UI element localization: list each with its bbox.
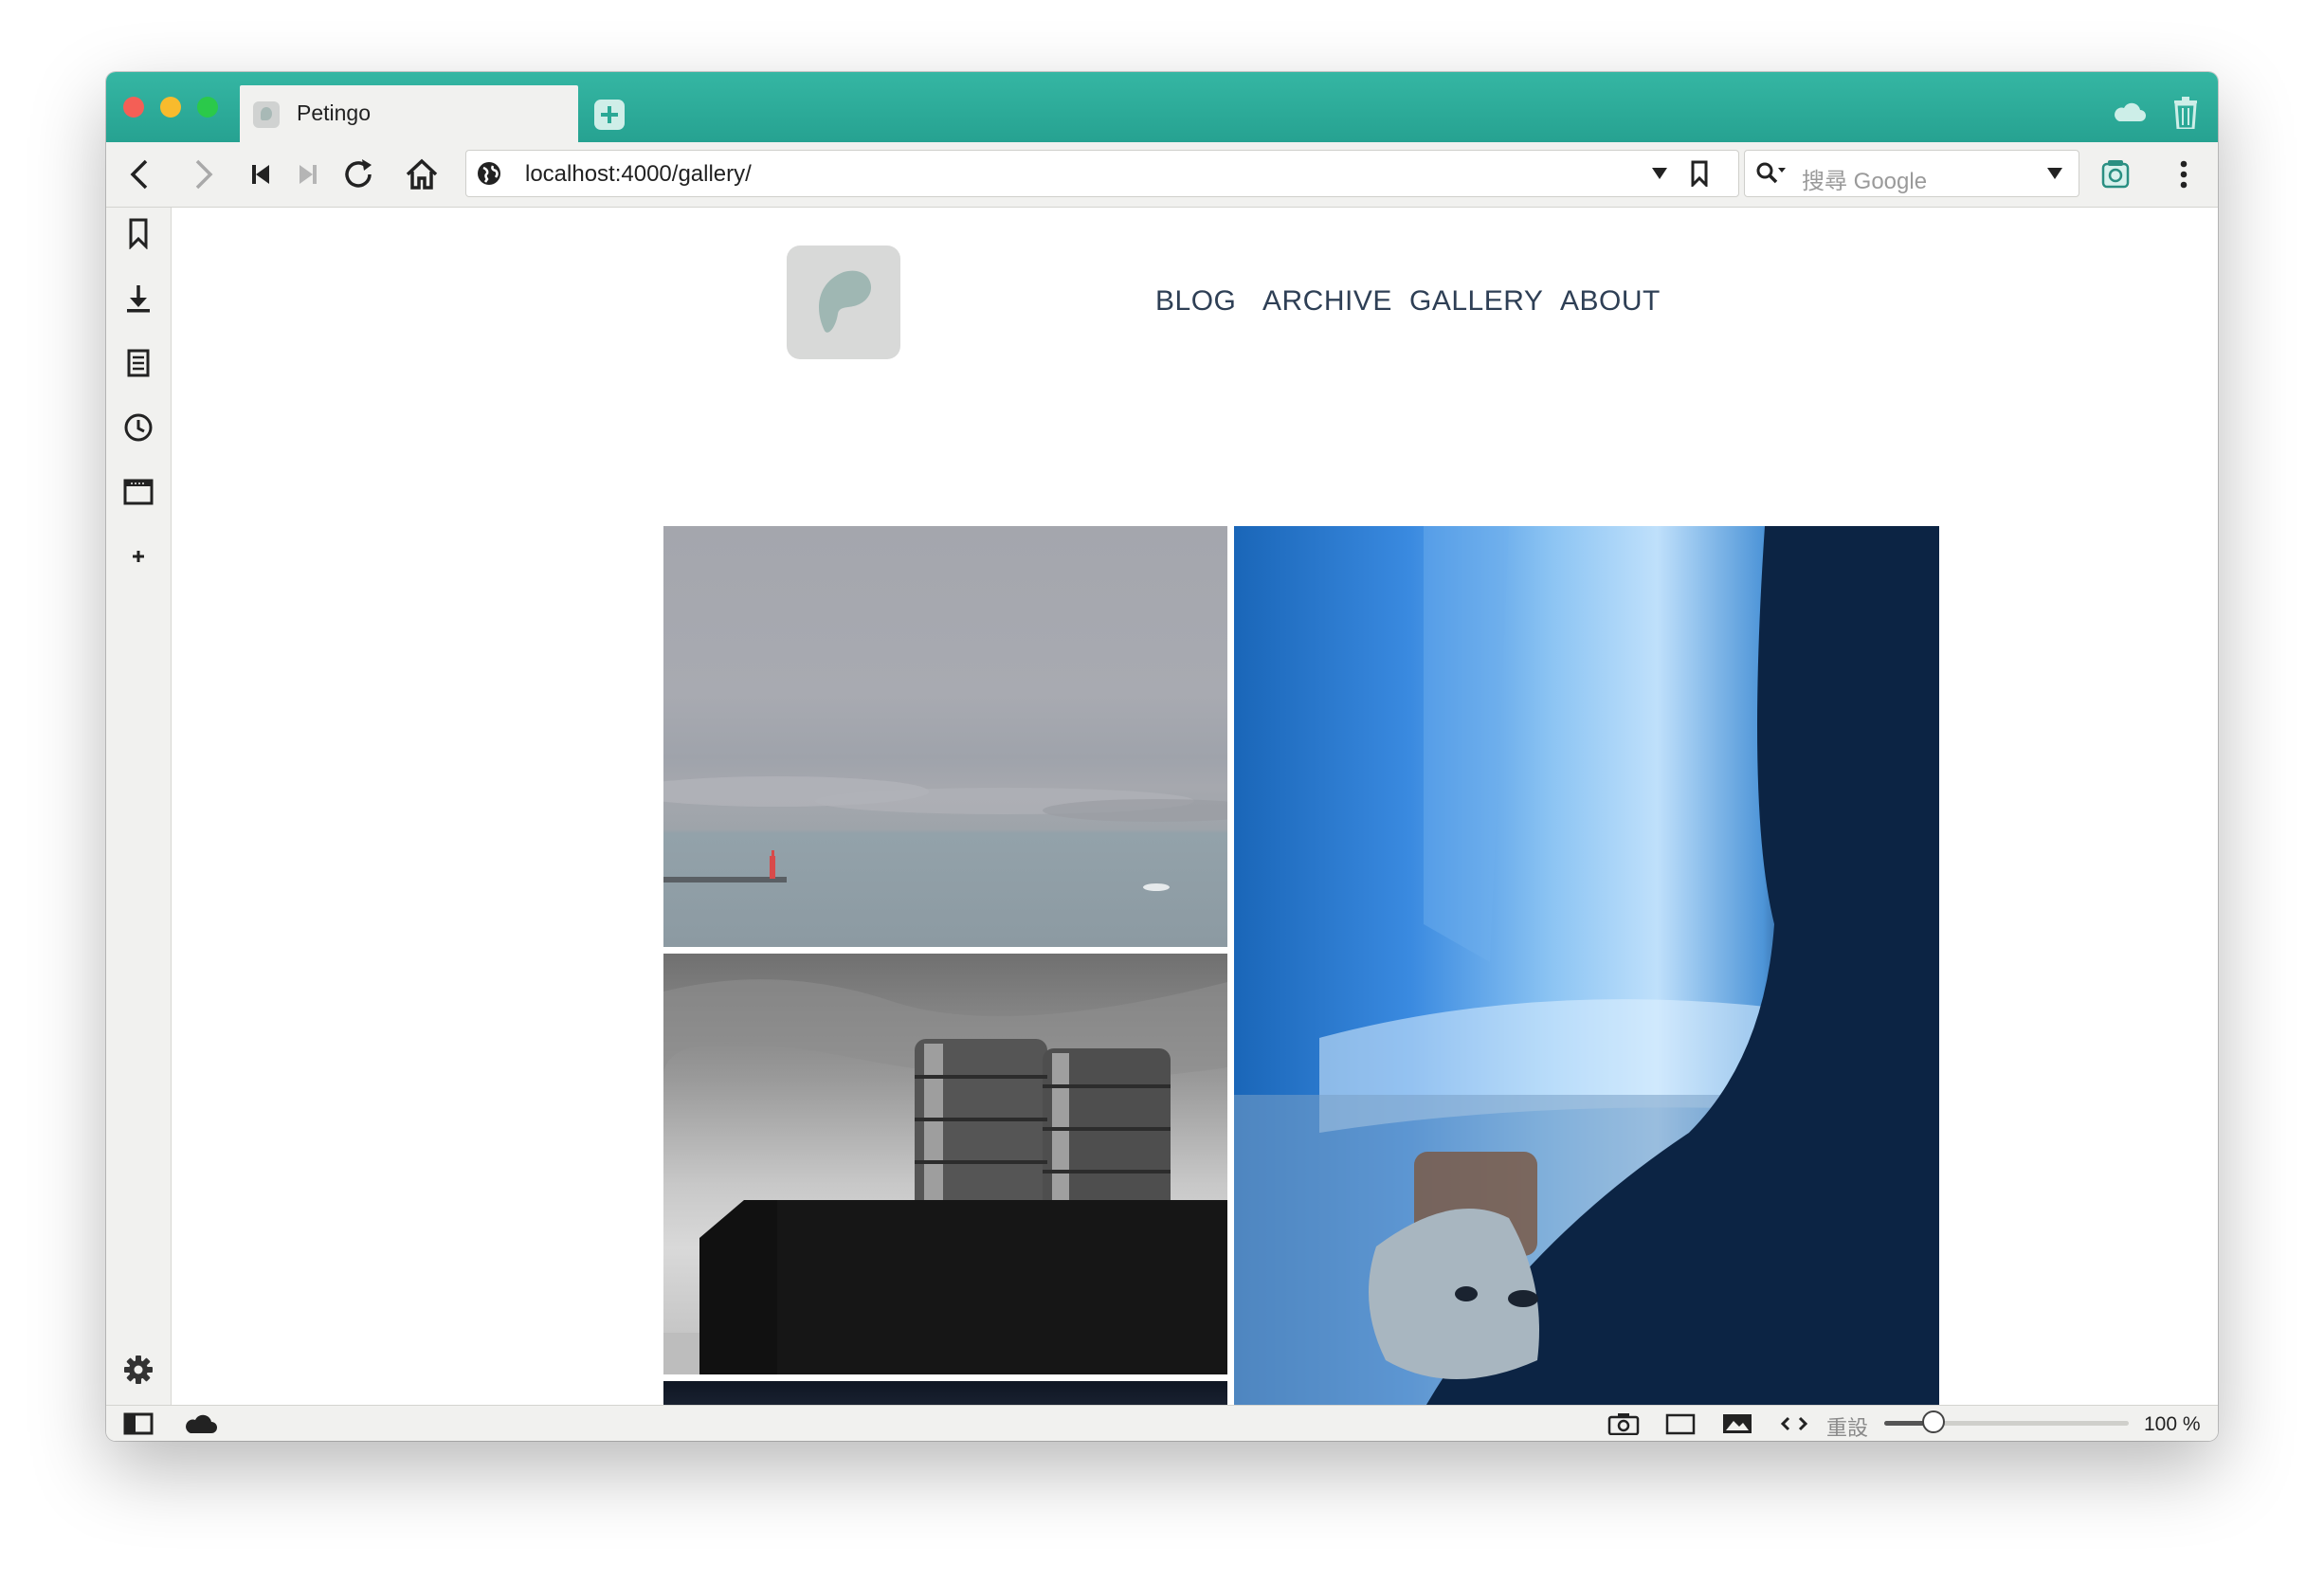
home-icon[interactable] xyxy=(403,155,441,193)
panel-toggle-icon[interactable] xyxy=(123,1412,154,1435)
page-content: BLOG ARCHIVE GALLERY ABOUT xyxy=(172,208,2218,1405)
tab-bar: Petingo xyxy=(106,72,2218,142)
status-bar: 重設 100 % xyxy=(106,1405,2218,1441)
night-sky-photo[interactable] xyxy=(663,1381,1227,1405)
screenshot-icon[interactable] xyxy=(1607,1412,1640,1435)
url-text[interactable]: localhost:4000/gallery/ xyxy=(525,161,752,188)
nav-blog[interactable]: BLOG xyxy=(1155,285,1236,318)
zoom-slider-handle[interactable] xyxy=(1922,1410,1945,1433)
page-actions-icon[interactable] xyxy=(1778,1412,1810,1435)
nav-gallery[interactable]: GALLERY xyxy=(1409,285,1543,318)
fast-forward-icon[interactable] xyxy=(288,155,326,193)
back-icon[interactable] xyxy=(121,155,159,193)
maximize-window-button[interactable] xyxy=(197,97,218,118)
tab-title: Petingo xyxy=(297,100,372,125)
sync-cloud-icon[interactable] xyxy=(2112,102,2146,121)
minimize-window-button[interactable] xyxy=(160,97,181,118)
sea-scene xyxy=(663,776,1227,891)
search-placeholder: 搜尋 Google xyxy=(1802,169,1928,194)
nav-about[interactable]: ABOUT xyxy=(1560,285,1661,318)
page-tiling-icon[interactable] xyxy=(1664,1412,1697,1435)
sync-status-icon[interactable] xyxy=(184,1412,218,1435)
close-window-button[interactable] xyxy=(123,97,144,118)
zoom-level-label: 100 % xyxy=(2144,1413,2201,1435)
search-dropdown-icon[interactable] xyxy=(2046,166,2063,181)
downloads-icon[interactable] xyxy=(122,282,154,315)
site-logo[interactable] xyxy=(787,246,900,359)
globe-icon[interactable] xyxy=(476,160,502,187)
images-toggle-icon[interactable] xyxy=(1721,1412,1753,1435)
rewind-icon[interactable] xyxy=(243,155,281,193)
side-panel xyxy=(106,208,172,1405)
sea-lighthouse-photo[interactable] xyxy=(663,526,1227,947)
search-icon[interactable] xyxy=(1754,160,1788,187)
tanks-scene xyxy=(663,979,1227,1374)
capture-icon[interactable] xyxy=(2097,155,2134,193)
forward-icon[interactable] xyxy=(184,155,222,193)
notes-icon[interactable] xyxy=(122,347,154,379)
zoom-reset-button[interactable]: 重設 xyxy=(1826,1411,1868,1441)
bookmarks-icon[interactable] xyxy=(122,217,154,249)
bookmark-icon[interactable] xyxy=(1689,160,1710,187)
trash-icon[interactable] xyxy=(2172,97,2199,129)
settings-icon[interactable] xyxy=(122,1354,154,1386)
address-bar[interactable]: localhost:4000/gallery/ xyxy=(465,150,1739,197)
window-icon[interactable] xyxy=(122,476,154,508)
reload-icon[interactable] xyxy=(339,155,377,193)
water-tanks-photo[interactable] xyxy=(663,954,1227,1374)
cat-scene xyxy=(1234,526,1939,1405)
tab-petingo[interactable]: Petingo xyxy=(240,85,578,142)
search-field[interactable]: 搜尋 Google xyxy=(1744,150,2079,197)
navigation-toolbar: localhost:4000/gallery/ 搜尋 Google xyxy=(106,142,2218,208)
history-icon[interactable] xyxy=(122,411,154,444)
petingo-favicon xyxy=(253,101,280,128)
browser-window: Petingo localhost:4000/gallery/ 搜尋 Googl… xyxy=(106,72,2218,1441)
menu-icon[interactable] xyxy=(2165,155,2203,193)
girl-with-cat-photo[interactable] xyxy=(1234,526,1939,1405)
zoom-slider[interactable] xyxy=(1884,1410,2129,1433)
new-tab-button[interactable] xyxy=(594,100,625,130)
dropdown-icon[interactable] xyxy=(1651,166,1668,181)
nav-archive[interactable]: ARCHIVE xyxy=(1262,285,1392,318)
logo-mark-icon xyxy=(819,270,872,333)
add-panel-icon[interactable] xyxy=(122,540,154,573)
